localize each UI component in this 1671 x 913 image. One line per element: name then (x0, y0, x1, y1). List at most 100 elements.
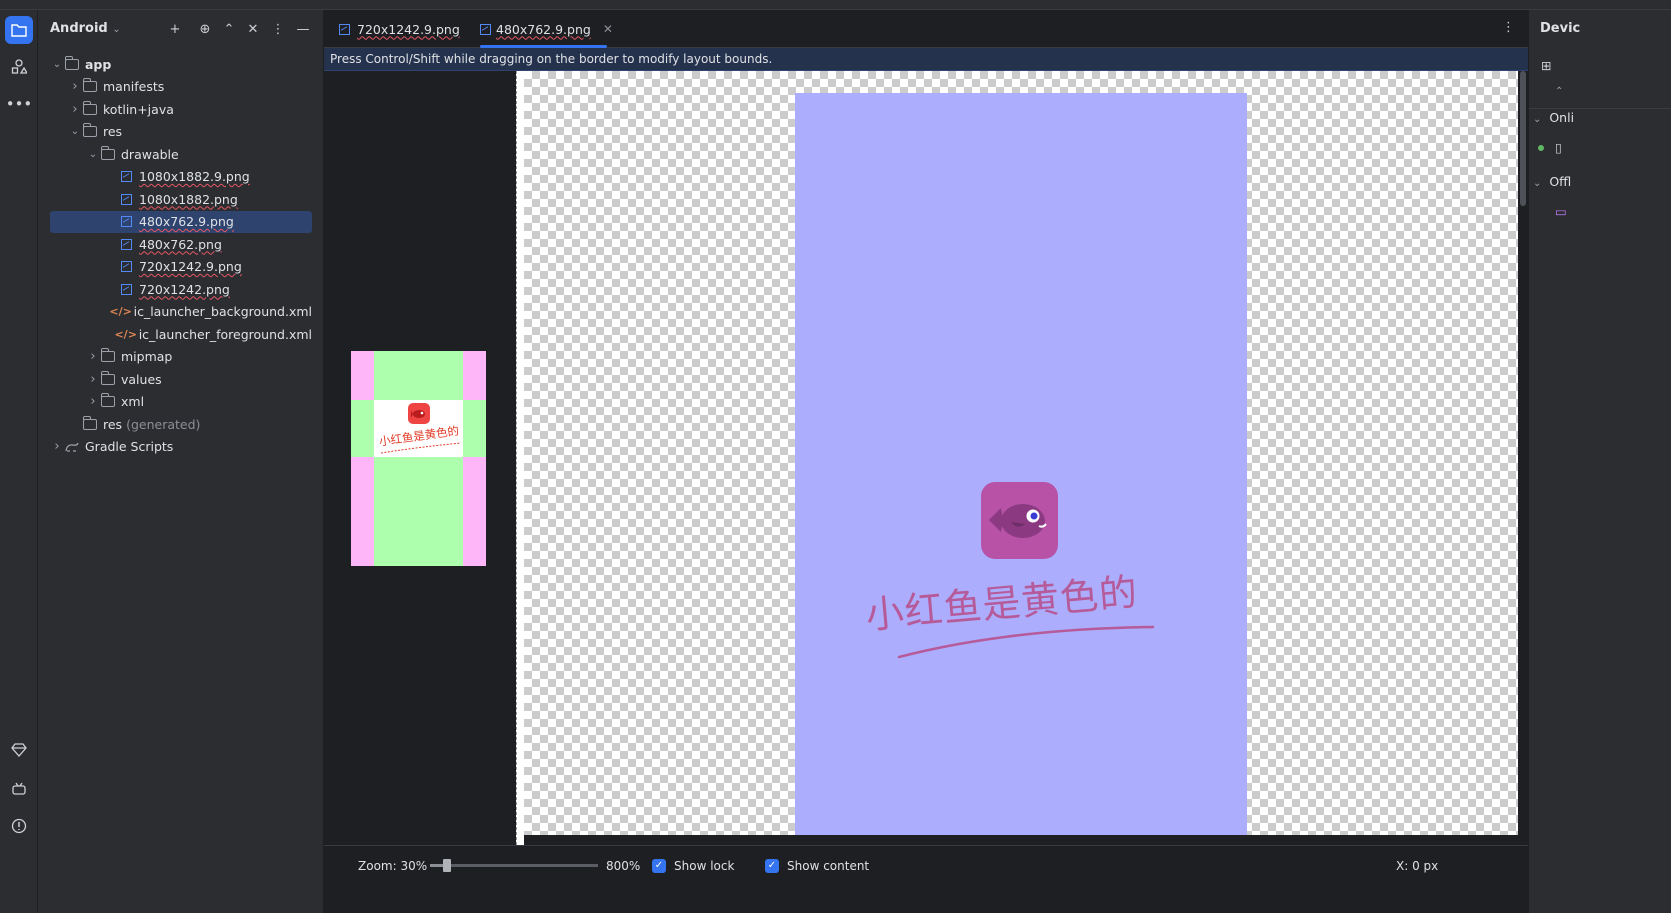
tree-item[interactable]: res (generated) (50, 413, 312, 435)
chevron-down-icon: ⌄ (1533, 114, 1542, 125)
tree-item-label: values (121, 371, 162, 387)
image-canvas[interactable]: 小红鱼是黄色的 (524, 71, 1518, 835)
tree-item[interactable]: </> ic_launcher_foreground.xml (50, 323, 312, 345)
tree-item-label: 480x762.png (139, 236, 222, 252)
hint-banner: Press Control/Shift while dragging on th… (324, 48, 1528, 71)
tree-item-label: res (103, 416, 123, 432)
project-folder-icon[interactable] (5, 16, 33, 44)
tree-item-suffix: (generated) (126, 416, 201, 432)
tab-480x762-9-png[interactable]: 480x762.9.png ✕ (480, 10, 613, 48)
editor-tabs: 720x1242.9.png 480x762.9.png ✕ ⋮ (324, 10, 1528, 48)
collapse-all-icon[interactable]: ✕ (244, 20, 262, 38)
show-content-label: Show content (787, 859, 870, 873)
nine-patch-preview: 小红鱼是黄色的 (324, 71, 516, 845)
image-file-icon (118, 237, 134, 251)
tree-item-label: 1080x1882.9.png (139, 169, 250, 184)
offline-section[interactable]: ⌄ Offl (1533, 174, 1571, 189)
project-view-selector[interactable]: Android ⌄ (50, 21, 121, 36)
chevron-down-icon[interactable]: ⌄ (86, 149, 100, 160)
fish-icon (408, 403, 430, 424)
tab-720x1242-9-png[interactable]: 720x1242.9.png (336, 10, 466, 48)
tree-item[interactable]: ⌄ app (50, 53, 312, 75)
fish-icon (981, 482, 1058, 559)
hide-panel-icon[interactable]: — (294, 20, 312, 38)
tree-item-label: drawable (121, 146, 179, 162)
tree-item-label: 720x1242.png (139, 281, 230, 297)
tree-item-label: manifests (103, 79, 165, 94)
tree-item[interactable]: 480x762.9.png (50, 210, 312, 233)
chevron-right-icon[interactable]: › (86, 349, 100, 364)
nine-patch-ruler[interactable] (516, 71, 524, 845)
folder-icon (100, 145, 116, 161)
show-content-checkbox[interactable]: ✓ (765, 859, 779, 873)
options-icon[interactable]: ⋮ (269, 20, 287, 38)
tree-item[interactable]: 1080x1882.png (50, 188, 312, 210)
show-lock-checkbox[interactable]: ✓ (652, 859, 666, 873)
chevron-down-icon: ⌄ (1533, 178, 1542, 189)
vertical-scrollbar[interactable] (1518, 71, 1528, 845)
folder-icon (100, 370, 116, 386)
xml-file-icon: </> (114, 327, 137, 341)
device-grid-icon[interactable]: ⊞ (1541, 58, 1551, 73)
tab-label: 720x1242.9.png (357, 21, 460, 37)
xml-file-icon: </> (109, 305, 132, 318)
zoom-slider[interactable] (430, 859, 598, 872)
tree-item[interactable]: 720x1242.9.png (50, 256, 312, 278)
phone-icon[interactable]: ▯ (1555, 140, 1562, 155)
more-tools-icon[interactable]: ••• (5, 90, 33, 118)
thumbnail-underline (380, 442, 462, 454)
chevron-right-icon[interactable]: › (86, 394, 100, 409)
chevron-down-icon[interactable]: ⌄ (50, 59, 64, 70)
close-icon[interactable]: ✕ (603, 22, 613, 36)
tree-item[interactable]: › xml (50, 391, 312, 413)
tree-item[interactable]: ⌄ drawable (50, 143, 312, 165)
chevron-up-icon[interactable]: ⌃ (1555, 86, 1563, 97)
chevron-right-icon[interactable]: › (68, 79, 82, 94)
tree-item[interactable]: › values (50, 368, 312, 390)
device-icon[interactable]: ▭ (1555, 204, 1567, 219)
tree-item[interactable]: › kotlin+java (50, 98, 312, 120)
project-panel: Android ⌄ + ⊕ ⌃ ✕ ⋮ — ⌄ app › manifests › kot… (38, 10, 324, 913)
tree-item[interactable]: › Gradle Scripts (50, 436, 312, 458)
online-section[interactable]: ⌄ Onli (1533, 110, 1574, 125)
tree-item[interactable]: › manifests (50, 76, 312, 98)
chevron-right-icon[interactable]: › (50, 439, 64, 454)
tree-item[interactable]: ⌄ res (50, 121, 312, 143)
zoom-label: Zoom: 30% (358, 859, 428, 873)
image-content: 小红鱼是黄色的 (795, 93, 1247, 835)
android-logcat-icon[interactable] (5, 775, 33, 803)
expand-all-icon[interactable]: ⌃ (220, 20, 238, 38)
offline-label: Offl (1549, 174, 1572, 189)
module-icon (64, 55, 80, 71)
device-manager-panel: Devic ⊞ ⌃ ⌄ Onli ▯ ⌄ Offl ▭ (1528, 10, 1671, 913)
image-file-icon (118, 215, 134, 229)
chevron-right-icon[interactable]: › (86, 372, 100, 387)
chevron-down-icon: ⌄ (112, 24, 121, 35)
tree-item[interactable]: 1080x1882.9.png (50, 166, 312, 188)
gem-icon[interactable] (5, 736, 33, 764)
resource-manager-icon[interactable] (5, 53, 33, 81)
add-icon[interactable]: + (166, 20, 184, 38)
tree-item-label: ic_launcher_foreground.xml (138, 326, 312, 342)
project-view-label: Android (50, 21, 108, 36)
gradle-icon (64, 440, 80, 454)
tree-item-label: kotlin+java (103, 101, 174, 117)
more-tabs-icon[interactable]: ⋮ (1502, 20, 1515, 35)
tree-item[interactable]: 480x762.png (50, 233, 312, 255)
tree-item[interactable]: </> ic_launcher_background.xml (50, 301, 312, 323)
tree-item-label: res (103, 124, 123, 139)
chevron-down-icon[interactable]: ⌄ (68, 126, 82, 137)
image-file-icon (480, 22, 491, 36)
locate-icon[interactable]: ⊕ (196, 20, 214, 38)
image-file-icon (118, 170, 134, 184)
online-label: Onli (1549, 110, 1575, 125)
tree-item[interactable]: › mipmap (50, 346, 312, 368)
project-panel-header: Android ⌄ + ⊕ ⌃ ✕ ⋮ — (38, 10, 324, 48)
folder-icon (100, 348, 116, 364)
chevron-right-icon[interactable]: › (68, 102, 82, 117)
tree-item-label: app (85, 56, 112, 72)
tab-label: 480x762.9.png (496, 21, 591, 37)
tree-item-label: Gradle Scripts (85, 439, 174, 454)
tree-item[interactable]: 720x1242.png (50, 278, 312, 300)
problems-icon[interactable] (5, 812, 33, 840)
